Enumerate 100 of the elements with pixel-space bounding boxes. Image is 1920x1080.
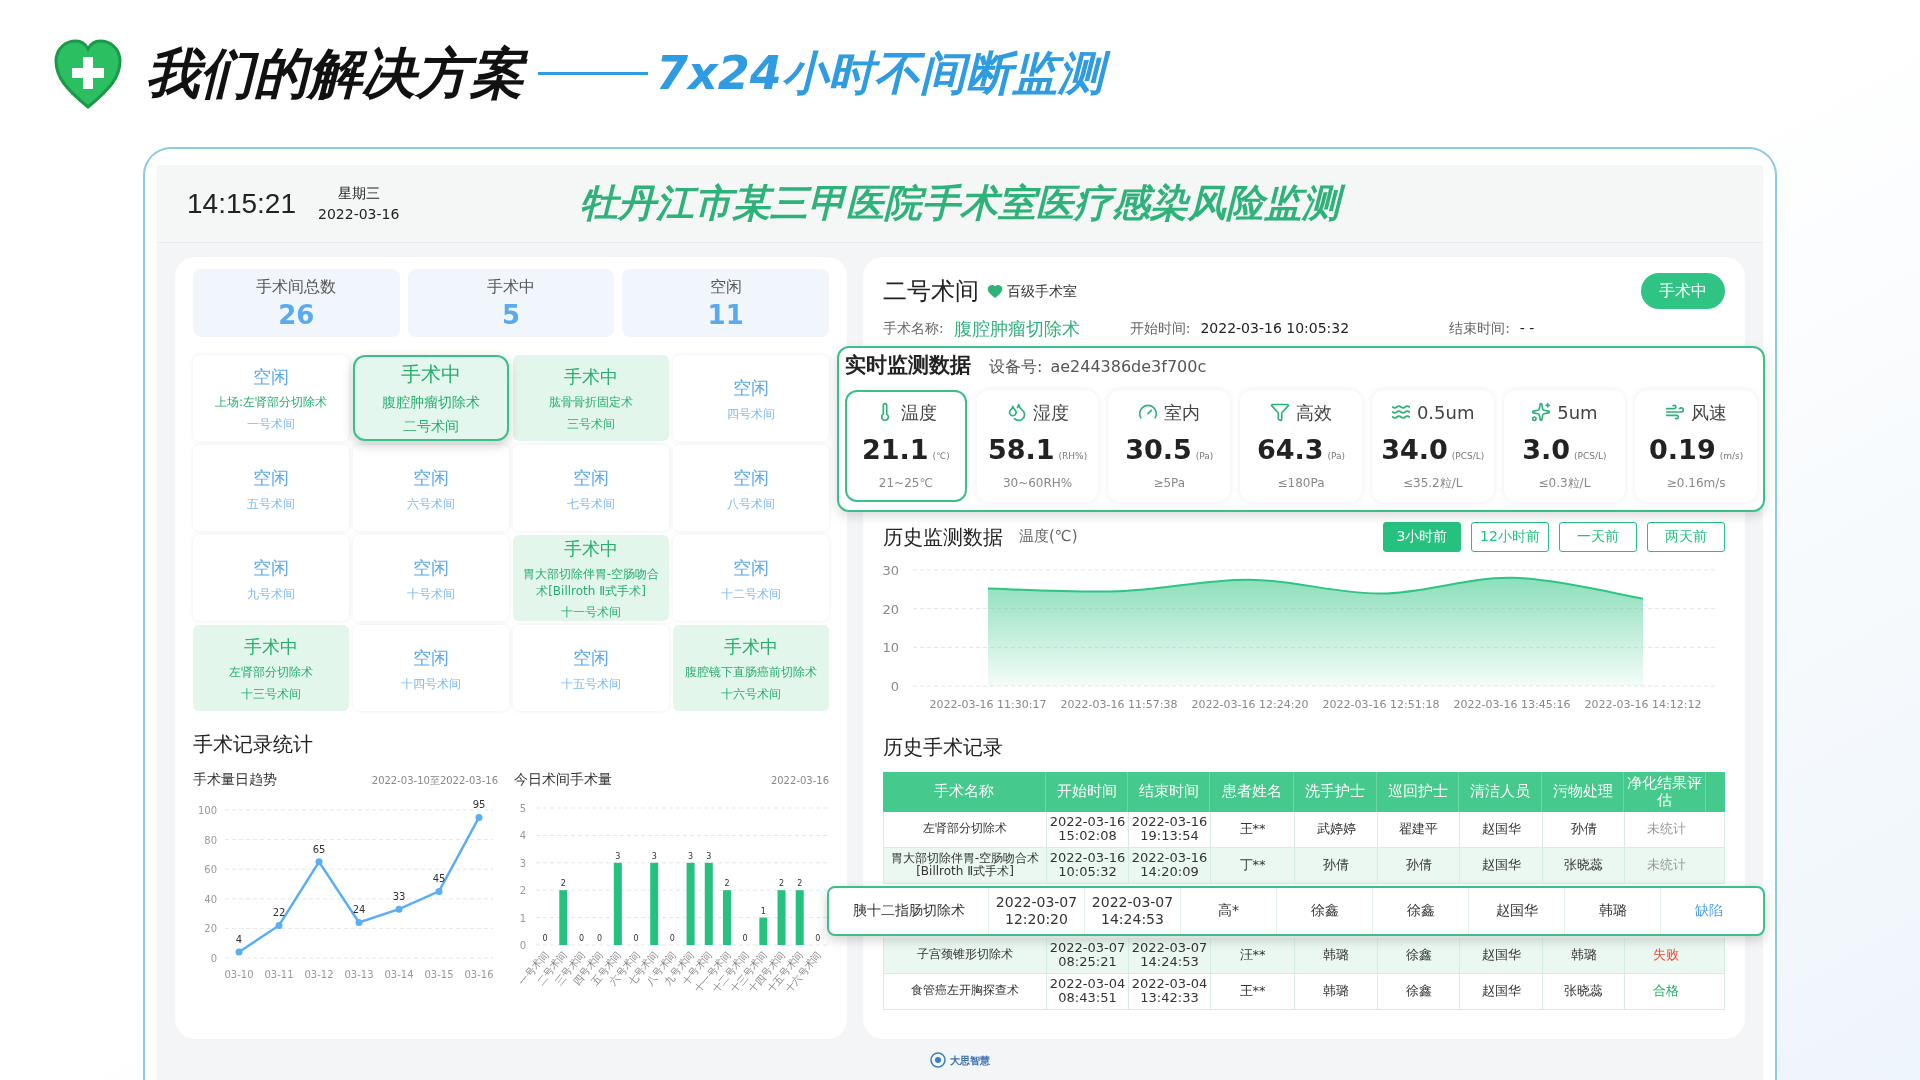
metric-card[interactable]: 湿度 58.1(RH%) 30~60RH% bbox=[976, 389, 1099, 502]
room-name: 二号术间 bbox=[403, 416, 459, 436]
room-status: 手术中 bbox=[564, 365, 618, 390]
room-status: 空闲 bbox=[733, 465, 769, 490]
axis-label: 2022-03-16 12:24:20 bbox=[1191, 697, 1309, 711]
room-card[interactable]: 空闲 十号术间 bbox=[353, 535, 509, 621]
table-row[interactable]: 胰十二指肠切除术 2022-03-07 12:20:20 2022-03-07 14:24:53 高* 徐鑫 徐鑫 赵国华 韩璐 缺陷 bbox=[827, 885, 1765, 936]
range-button[interactable]: 一天前 bbox=[1559, 521, 1637, 552]
table-cell: 张晓蕊 bbox=[1543, 973, 1625, 1009]
data-label: 0 bbox=[542, 934, 548, 943]
table-cell: 徐鑫 bbox=[1378, 937, 1460, 973]
room-grade: 百级手术室 bbox=[1007, 281, 1077, 301]
metric-range: ≤0.3粒/L bbox=[1538, 475, 1591, 493]
room-card[interactable]: 空闲 七号术间 bbox=[513, 445, 669, 531]
room-card[interactable]: 空闲 四号术间 bbox=[673, 355, 829, 441]
section-title: 历史监测数据 bbox=[883, 523, 1003, 551]
axis-label: 2022-03-16 11:57:38 bbox=[1060, 697, 1178, 711]
chart-title: 今日术间手术量 bbox=[514, 770, 612, 789]
room-status: 空闲 bbox=[253, 465, 289, 490]
axis-label: 03-15 bbox=[424, 969, 454, 980]
room-name: 八号术间 bbox=[727, 495, 775, 513]
table-cell: 2022-03-07 08:25:21 bbox=[1047, 937, 1129, 973]
axis-label: 20 bbox=[882, 601, 899, 617]
table-row[interactable]: 子宫颈锥形切除术 2022-03-07 08:25:21 2022-03-07 14:24:53 汪** 韩璐 徐鑫 赵国华 韩璐 失败 bbox=[883, 937, 1725, 974]
range-button[interactable]: 两天前 bbox=[1647, 521, 1725, 552]
room-card[interactable]: 空闲 五号术间 bbox=[193, 445, 349, 531]
room-status: 手术中 bbox=[724, 635, 778, 660]
weekday: 星期三 bbox=[337, 183, 380, 203]
table-cell: 徐鑫 bbox=[1378, 973, 1460, 1009]
start-time: 2022-03-16 10:05:32 bbox=[1200, 319, 1350, 338]
axis-label: 03-14 bbox=[384, 969, 414, 980]
field-label: 手术名称: bbox=[883, 319, 944, 338]
table-cell: 韩璐 bbox=[1543, 937, 1625, 973]
table-cell: 王** bbox=[1211, 811, 1295, 847]
data-label: 24 bbox=[352, 904, 366, 916]
end-time: - - bbox=[1519, 319, 1535, 338]
range-button[interactable]: 3小时前 bbox=[1383, 521, 1461, 552]
section-title: 手术记录统计 bbox=[193, 731, 314, 758]
data-label: 2 bbox=[560, 879, 566, 889]
room-card[interactable]: 空闲 上场:左肾部分切除术 一号术间 bbox=[193, 355, 349, 441]
surgery-name: 腹腔肿瘤切除术 bbox=[382, 393, 480, 412]
bar bbox=[559, 890, 568, 945]
room-card[interactable]: 手术中 腹腔镜下直肠癌前切除术 十六号术间 bbox=[673, 625, 829, 711]
result-cell-text: 未统计 bbox=[1645, 856, 1687, 875]
data-label: 3 bbox=[615, 851, 621, 861]
date: 2022-03-16 bbox=[318, 204, 400, 224]
room-card[interactable]: 空闲 十五号术间 bbox=[513, 625, 669, 711]
table-cell: 子宫颈锥形切除术 bbox=[884, 937, 1047, 973]
status-badge: 手术中 bbox=[1641, 273, 1725, 309]
table-cell: 孙倩 bbox=[1378, 847, 1460, 883]
room-status: 手术中 bbox=[564, 537, 618, 562]
axis-label: 100 bbox=[197, 805, 217, 816]
data-label: 1 bbox=[760, 906, 766, 916]
room-card[interactable]: 空闲 九号术间 bbox=[193, 535, 349, 621]
room-card[interactable]: 手术中 腹腔肿瘤切除术 二号术间 bbox=[353, 355, 509, 441]
room-status: 空闲 bbox=[733, 375, 769, 400]
table-cell: 2022-03-07 14:24:53 bbox=[1085, 887, 1181, 934]
metric-card[interactable]: 风速 0.19(m/s) ≥0.16m/s bbox=[1635, 389, 1757, 502]
axis-label: 3 bbox=[519, 857, 526, 869]
table-cell: 2022-03-16 19:13:54 bbox=[1129, 811, 1211, 847]
metric-value: 30.5 bbox=[1125, 432, 1192, 467]
table-cell: 汪** bbox=[1211, 937, 1295, 973]
range-button[interactable]: 12小时前 bbox=[1471, 521, 1549, 552]
metric-unit: (RH%) bbox=[1058, 449, 1088, 463]
column-header: 清洁人员 bbox=[1459, 771, 1542, 812]
metric-card[interactable]: 温度 21.1(℃) 21~25℃ bbox=[845, 389, 967, 502]
data-point bbox=[275, 921, 283, 929]
data-label: 22 bbox=[272, 907, 286, 919]
table-row[interactable]: 食管癌左开胸探查术 2022-03-04 08:43:51 2022-03-04 13:42:33 王** 韩璐 徐鑫 赵国华 张晓蕊 合格 bbox=[883, 973, 1725, 1010]
table-row[interactable]: 胃大部切除伴胃-空肠吻合术[Billroth Ⅱ式手术] 2022-03-16 10:05:32 2022-03-16 14:20:09 丁** 孙倩 孙倩 赵国华 张晓蕊 未统计 bbox=[883, 847, 1725, 884]
data-label: 0 bbox=[578, 934, 584, 943]
room-card[interactable]: 手术中 胃大部切除伴胃-空肠吻合术[Billroth Ⅱ式手术] 十一号术间 bbox=[513, 535, 669, 621]
room-card[interactable]: 空闲 十四号术间 bbox=[353, 625, 509, 711]
room-card[interactable]: 手术中 左肾部分切除术 十三号术间 bbox=[193, 625, 349, 711]
metric-unit: (Pa) bbox=[1327, 449, 1346, 463]
metric-card[interactable]: 5um 3.0(PCS/L) ≤0.3粒/L bbox=[1503, 389, 1626, 502]
metric-value: 34.0 bbox=[1381, 432, 1448, 467]
column-header: 巡回护士 bbox=[1377, 771, 1459, 812]
room-card[interactable]: 空闲 十二号术间 bbox=[673, 535, 829, 621]
bar bbox=[722, 890, 731, 945]
room-card[interactable]: 空闲 八号术间 bbox=[673, 445, 829, 531]
axis-label: 0 bbox=[210, 953, 217, 964]
table-row[interactable]: 左肾部分切除术 2022-03-16 15:02:08 2022-03-16 19:13:54 王** 武婷婷 翟建平 赵国华 孙倩 未统计 bbox=[883, 811, 1725, 848]
brand-name: 大思智慧 bbox=[950, 1053, 990, 1068]
section-title: 历史手术记录 bbox=[883, 733, 1004, 761]
table-cell: 胰十二指肠切除术 bbox=[829, 887, 989, 934]
data-label: 0 bbox=[633, 934, 639, 943]
metric-card[interactable]: 0.5um 34.0(PCS/L) ≤35.2粒/L bbox=[1371, 389, 1494, 502]
metric-card[interactable]: 高效 64.3(Pa) ≤180Pa bbox=[1240, 389, 1362, 502]
room-card[interactable]: 手术中 肱骨骨折固定术 三号术间 bbox=[513, 355, 669, 441]
room-card[interactable]: 空闲 六号术间 bbox=[353, 445, 509, 531]
room-name: 四号术间 bbox=[727, 405, 775, 423]
table-cell: 孙倩 bbox=[1295, 847, 1378, 883]
stat-value: 11 bbox=[707, 298, 744, 332]
table-cell: 赵国华 bbox=[1460, 973, 1543, 1009]
axis-label: 03-16 bbox=[464, 969, 494, 980]
result-cell-text: 未统计 bbox=[1645, 820, 1687, 839]
axis-label: 2022-03-16 11:30:17 bbox=[929, 697, 1047, 711]
data-label: 3 bbox=[651, 851, 657, 861]
metric-card[interactable]: 室内 30.5(Pa) ≥5Pa bbox=[1108, 389, 1231, 502]
